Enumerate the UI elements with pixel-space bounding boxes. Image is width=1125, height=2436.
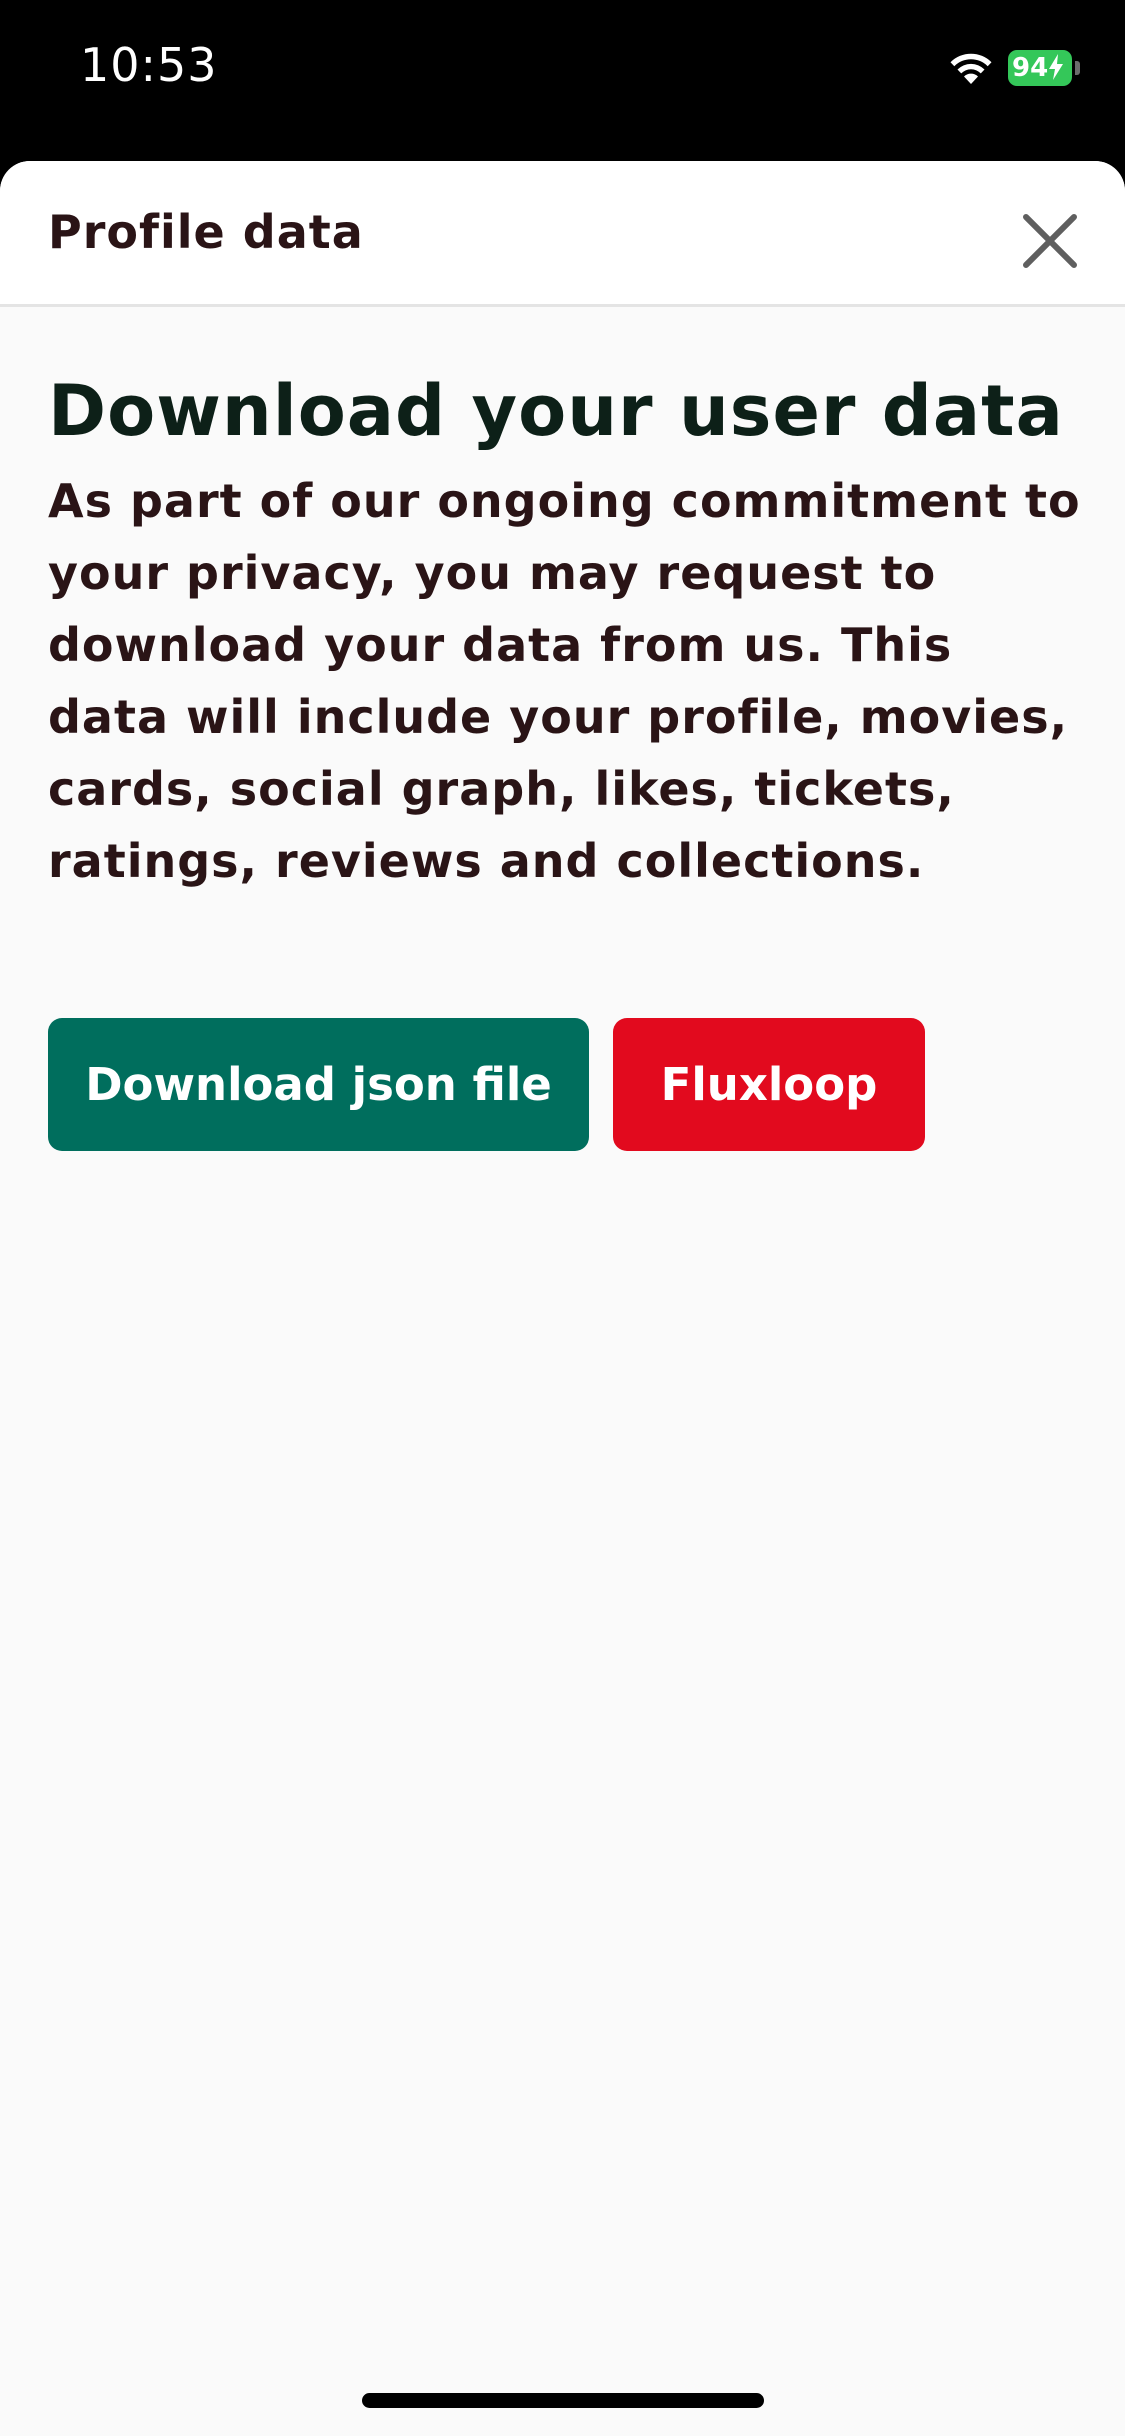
battery-level: 94 [1008,50,1072,86]
home-indicator[interactable] [362,2393,764,2408]
sheet-header: Profile data [0,161,1125,307]
close-icon [1023,214,1077,268]
wifi-icon [948,48,994,86]
fluxloop-button[interactable]: Fluxloop [613,1018,925,1151]
battery-level-text: 94 [1012,53,1049,83]
main-content: Download your user data As part of our o… [48,361,1080,897]
sheet-title: Profile data [48,205,364,259]
close-button[interactable] [1012,203,1088,279]
download-json-button[interactable]: Download json file [48,1018,589,1151]
bolt-icon [1049,54,1064,80]
profile-data-sheet: Profile data Download your user data As … [0,161,1125,2436]
description-text: As part of our ongoing commitment to you… [48,474,1081,888]
battery-cap [1075,61,1080,75]
phone-screen: 10:53 94 Profile data Download your user… [0,0,1125,2436]
page-heading: Download your user data [48,370,1064,452]
status-bar: 10:53 94 [0,0,1125,160]
status-time: 10:53 [80,38,218,92]
battery-indicator: 94 [1008,50,1080,86]
